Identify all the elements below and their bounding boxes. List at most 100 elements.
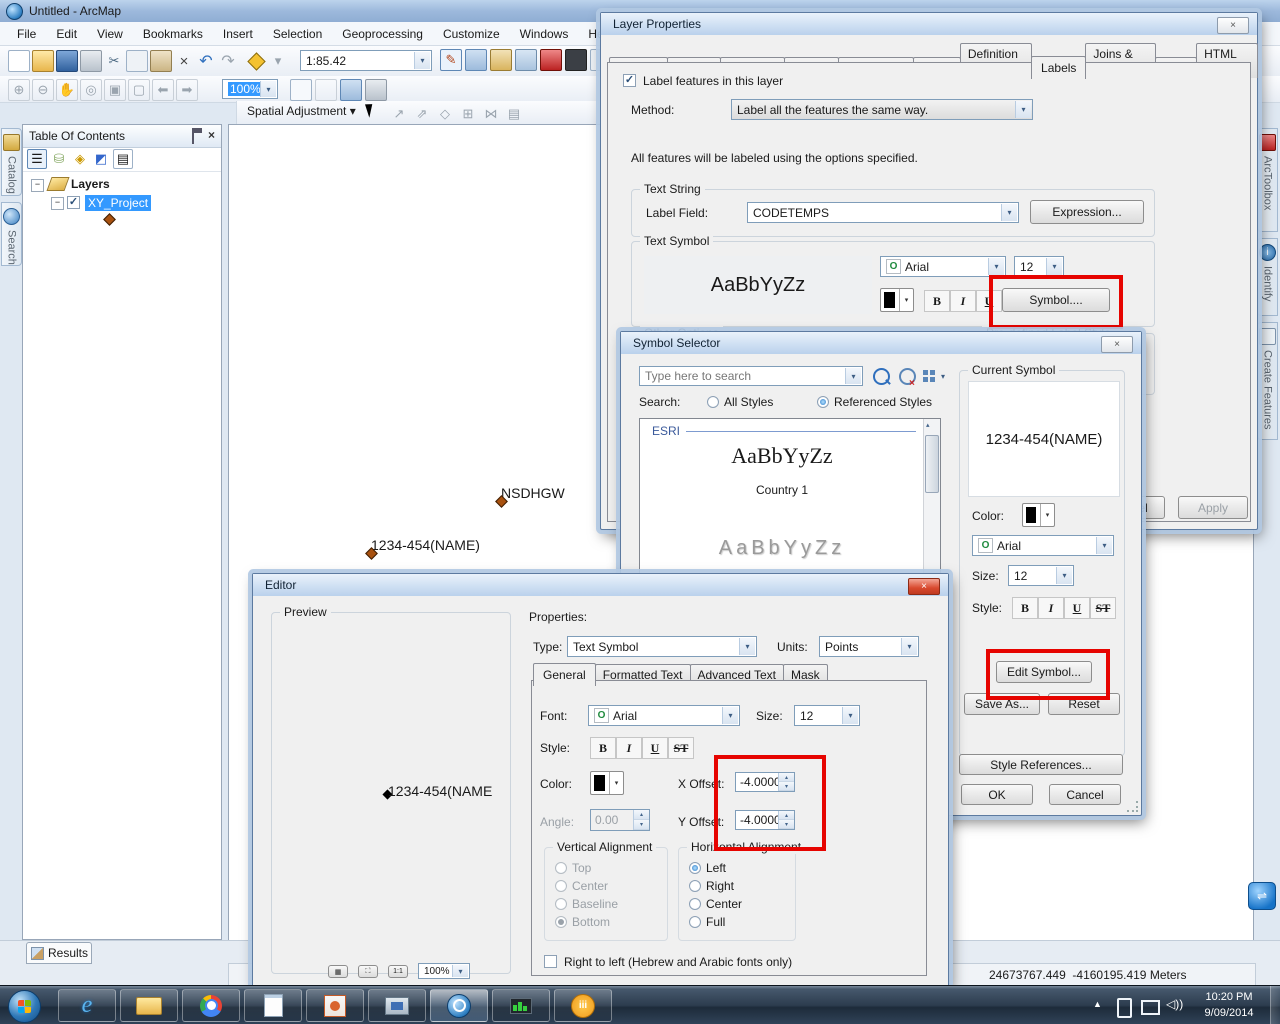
- zoom-in-icon[interactable]: ⊕: [8, 79, 30, 101]
- list-by-source-icon[interactable]: ⛁: [50, 150, 68, 168]
- x-offset-spinner[interactable]: -4.0000 ▴ ▾: [735, 772, 795, 792]
- toc-close-icon[interactable]: ×: [208, 128, 215, 144]
- paste-icon[interactable]: [150, 50, 172, 72]
- symbol-selector-cancel-button[interactable]: Cancel: [1049, 784, 1121, 805]
- layout-printer-icon[interactable]: [365, 79, 387, 101]
- delete-icon[interactable]: ×: [174, 51, 194, 71]
- preview-zoom-combo[interactable]: 100% ▾: [418, 963, 470, 979]
- valign-center-radio[interactable]: [555, 880, 567, 892]
- results-tab[interactable]: Results: [26, 942, 92, 964]
- menu-selection[interactable]: Selection: [264, 24, 331, 44]
- underline-button[interactable]: U: [1064, 597, 1090, 619]
- label-field-combo-arrow-icon[interactable]: ▾: [1001, 204, 1017, 221]
- font-combo-arrow-icon[interactable]: ▾: [988, 258, 1004, 275]
- taskbar-notepad[interactable]: [244, 989, 302, 1022]
- taskbar-chrome[interactable]: [182, 989, 240, 1022]
- pin-icon[interactable]: [191, 128, 202, 144]
- tray-expand-icon[interactable]: ▲: [1093, 999, 1102, 1009]
- view-style-arrow-icon[interactable]: ▾: [941, 372, 945, 381]
- adjust-edge-icon[interactable]: ⋈: [481, 104, 501, 124]
- redo-icon[interactable]: ↷: [218, 51, 238, 71]
- spatial-adjustment-menu[interactable]: Spatial Adjustment ▾: [247, 104, 356, 118]
- taskbar-internet-explorer[interactable]: e: [58, 989, 116, 1022]
- table-of-contents-icon[interactable]: [465, 49, 487, 71]
- fixed-zoom-out-icon[interactable]: ▢: [128, 79, 150, 101]
- symbol-list-item[interactable]: AaBbYyZz Country 1: [640, 443, 924, 497]
- italic-button[interactable]: I: [1038, 597, 1064, 619]
- toc-layers-label[interactable]: Layers: [71, 177, 110, 191]
- expression-button[interactable]: Expression...: [1030, 200, 1144, 224]
- angle-spinner[interactable]: 0.00 ▴ ▾: [590, 809, 650, 831]
- adjust-link-icon[interactable]: ↗: [389, 104, 409, 124]
- type-combo[interactable]: Text Symbol ▾: [567, 636, 757, 657]
- style-references-button[interactable]: Style References...: [959, 754, 1123, 775]
- y-offset-spinner[interactable]: -4.0000 ▴ ▾: [735, 810, 795, 830]
- data-view-icon[interactable]: [315, 79, 337, 101]
- preview-zoom-icon[interactable]: ▦: [328, 965, 348, 978]
- menu-edit[interactable]: Edit: [47, 24, 86, 44]
- preview-fit-icon[interactable]: ⛶: [358, 965, 378, 978]
- strikethrough-button[interactable]: ST: [1090, 597, 1116, 619]
- adjust-attributes-icon[interactable]: ▤: [504, 104, 524, 124]
- right-dock-tab-arctoolbox[interactable]: ArcToolbox: [1257, 128, 1278, 232]
- underline-button[interactable]: U: [642, 737, 668, 759]
- text-color-swatch[interactable]: ▾: [880, 288, 914, 312]
- volume-icon[interactable]: ◁)): [1166, 997, 1183, 1011]
- toc-options-icon[interactable]: ▤: [113, 149, 133, 169]
- tree-collapse-box[interactable]: −: [51, 197, 64, 210]
- taskbar-clock[interactable]: 10:20 PM 9/09/2014: [1196, 989, 1262, 1021]
- right-dock-tab-create-features[interactable]: Create Features: [1257, 322, 1278, 440]
- symbol-button[interactable]: Symbol....: [1002, 288, 1110, 312]
- add-data-dropdown-icon[interactable]: ▾: [268, 51, 288, 71]
- referenced-styles-radio[interactable]: [817, 396, 829, 408]
- fixed-zoom-in-icon[interactable]: ▣: [104, 79, 126, 101]
- bold-button[interactable]: B: [1012, 597, 1038, 619]
- python-window-icon[interactable]: [565, 49, 587, 71]
- reset-button[interactable]: Reset: [1048, 693, 1120, 715]
- editor-sketch-icon[interactable]: ✎: [440, 49, 462, 71]
- map-scale-combo[interactable]: 1:85.42 ▾: [300, 50, 432, 71]
- taskbar-system-monitor[interactable]: [492, 989, 550, 1022]
- bold-button[interactable]: B: [924, 290, 950, 312]
- print-icon[interactable]: [80, 50, 102, 72]
- halign-right-radio[interactable]: [689, 880, 701, 892]
- copy-icon[interactable]: [126, 50, 148, 72]
- taskbar-collab-app[interactable]: iii: [554, 989, 612, 1022]
- strikethrough-button[interactable]: ST: [668, 737, 694, 759]
- menu-file[interactable]: File: [8, 24, 45, 44]
- valign-bottom-radio[interactable]: [555, 916, 567, 928]
- all-styles-radio[interactable]: [707, 396, 719, 408]
- method-combo[interactable]: Label all the features the same way. ▾: [731, 99, 1033, 120]
- zoom-percent-combo[interactable]: 100% ▾: [222, 79, 278, 99]
- cut-icon[interactable]: ✂: [104, 51, 124, 71]
- left-dock-tab-catalog[interactable]: Catalog: [1, 128, 22, 196]
- taskbar-file-explorer[interactable]: [120, 989, 178, 1022]
- editor-font-combo[interactable]: O Arial ▾: [588, 705, 740, 726]
- zoom-combo-arrow-icon[interactable]: ▾: [260, 81, 276, 97]
- toc-layer-name[interactable]: XY_Project: [85, 195, 152, 211]
- label-field-combo[interactable]: CODETEMPS ▾: [747, 202, 1019, 223]
- italic-button[interactable]: I: [950, 290, 976, 312]
- current-color-swatch[interactable]: ▾: [1022, 503, 1055, 527]
- units-combo[interactable]: Points ▾: [819, 636, 919, 657]
- current-size-combo[interactable]: 12 ▾: [1008, 565, 1074, 586]
- right-dock-tab-identify[interactable]: i Identify: [1257, 238, 1278, 316]
- menu-windows[interactable]: Windows: [511, 24, 578, 44]
- scroll-up-icon[interactable]: ▴: [926, 421, 930, 429]
- tab-labels[interactable]: Labels: [1031, 56, 1087, 79]
- method-combo-arrow-icon[interactable]: ▾: [1015, 101, 1031, 118]
- search-window-icon[interactable]: [515, 49, 537, 71]
- layer-symbol-marker[interactable]: [103, 213, 116, 226]
- halign-left-radio[interactable]: [689, 862, 701, 874]
- adjust-grid-icon[interactable]: ⊞: [458, 104, 478, 124]
- refresh-view-icon[interactable]: [340, 79, 362, 101]
- scrollbar-thumb[interactable]: [925, 435, 939, 493]
- bold-button[interactable]: B: [590, 737, 616, 759]
- symbol-selector-ok-button[interactable]: OK: [961, 784, 1033, 805]
- menu-view[interactable]: View: [88, 24, 132, 44]
- menu-bookmarks[interactable]: Bookmarks: [134, 24, 212, 44]
- list-by-selection-icon[interactable]: ◩: [92, 150, 110, 168]
- editor-size-combo[interactable]: 12 ▾: [794, 705, 860, 726]
- valign-baseline-radio[interactable]: [555, 898, 567, 910]
- view-style-icon[interactable]: [923, 370, 935, 382]
